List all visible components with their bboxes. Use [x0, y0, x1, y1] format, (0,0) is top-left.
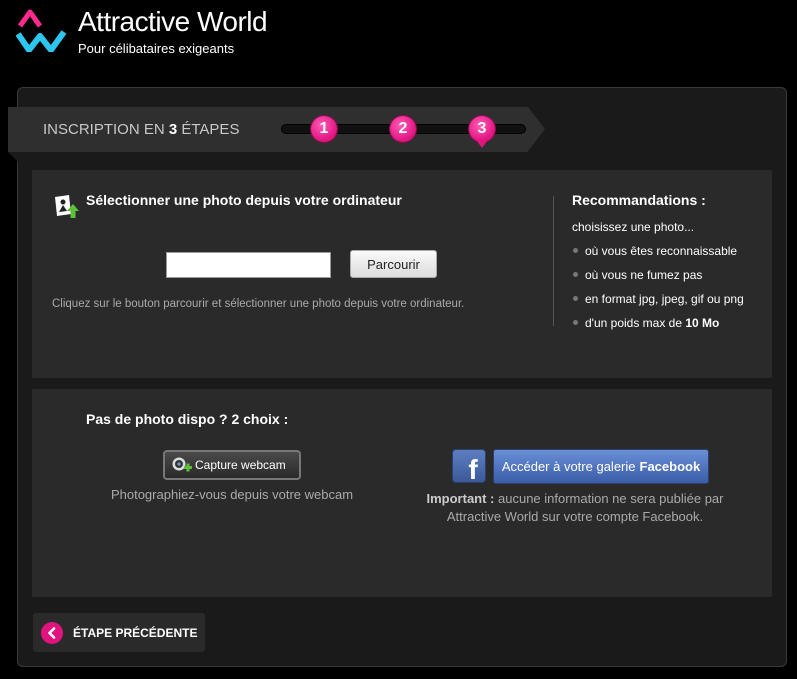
recommendations-title: Recommandations :: [572, 192, 706, 208]
upload-photo-panel: Sélectionner une photo depuis votre ordi…: [32, 170, 772, 378]
facebook-privacy-note: Important : aucune information ne sera p…: [426, 491, 724, 524]
no-photo-title: Pas de photo dispo ? 2 choix :: [86, 411, 289, 427]
capture-webcam-button[interactable]: Capture webcam: [163, 450, 301, 480]
recommendation-item-weight: d'un poids max de 10 Mo: [572, 315, 744, 339]
facebook-logo-icon: f: [452, 449, 486, 483]
steps-title: INSCRIPTION EN 3 ÉTAPES: [43, 121, 240, 138]
step-1: 1: [311, 116, 337, 142]
recommendation-item: où vous êtes reconnaissable: [572, 243, 744, 267]
webcam-icon: [172, 457, 192, 472]
ribbon-fold: [8, 152, 18, 162]
no-photo-panel: Pas de photo dispo ? 2 choix : Capture w…: [32, 389, 772, 597]
previous-step-label: ÉTAPE PRÉCÉDENTE: [73, 625, 198, 640]
photo-upload-icon: [55, 195, 79, 218]
chevron-left-icon: [41, 621, 63, 644]
recommendation-item: où vous ne fumez pas: [572, 267, 744, 291]
file-path-input[interactable]: [166, 252, 331, 278]
capture-webcam-label: Capture webcam: [195, 458, 286, 472]
step-3-current: 3: [469, 116, 495, 148]
recommendations-list: où vous êtes reconnaissable où vous ne f…: [572, 243, 744, 339]
step-2: 2: [390, 116, 416, 142]
vertical-divider: [553, 196, 554, 326]
upload-title: Sélectionner une photo depuis votre ordi…: [86, 192, 402, 208]
recommendations-intro: choisissez une photo...: [572, 220, 695, 234]
browse-button[interactable]: Parcourir: [350, 250, 437, 278]
brand-name: Attractive World: [78, 6, 268, 37]
brand-tagline: Pour célibataires exigeants: [78, 41, 235, 56]
facebook-gallery-button[interactable]: Accéder à votre galerie Facebook: [493, 449, 709, 484]
upload-hint: Cliquez sur le bouton parcourir et sélec…: [52, 298, 465, 310]
recommendation-item: en format jpg, jpeg, gif ou png: [572, 291, 744, 315]
webcam-hint: Photographiez-vous depuis votre webcam: [110, 487, 354, 502]
previous-step-button[interactable]: ÉTAPE PRÉCÉDENTE: [33, 613, 205, 652]
attractive-world-logo-icon: [16, 9, 67, 52]
